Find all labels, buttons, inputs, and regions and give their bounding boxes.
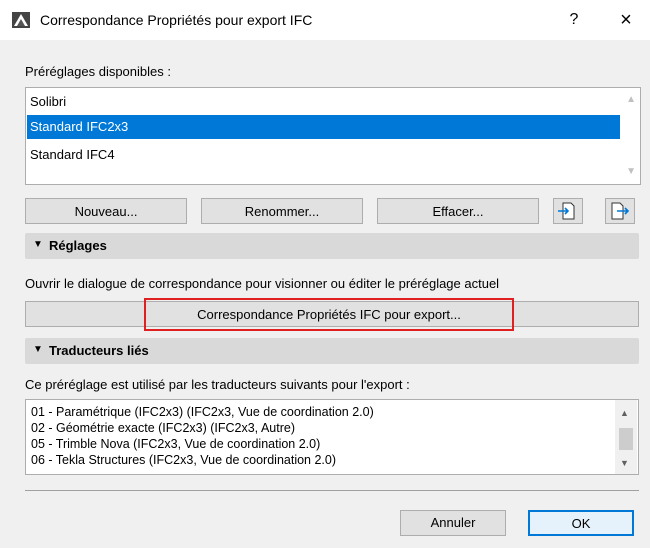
import-icon [558,202,575,220]
import-preset-button[interactable] [553,198,583,224]
translator-item: 06 - Tekla Structures (IFC2x3, Vue de co… [31,453,337,467]
title-bar: Correspondance Propriétés pour export IF… [0,0,650,40]
window-title: Correspondance Propriétés pour export IF… [40,12,313,28]
preset-item-solibri[interactable]: Solibri [27,90,620,114]
preset-item-standard-ifc2x3[interactable]: Standard IFC2x3 [27,115,620,139]
translators-list[interactable]: 01 - Paramétrique (IFC2x3) (IFC2x3, Vue … [25,399,639,475]
vertical-scrollbar[interactable]: ▲ ▼ [615,400,637,474]
archicad-app-icon [12,12,30,28]
export-icon [611,202,630,220]
settings-section-header[interactable]: ▼ Réglages [25,233,639,259]
translator-item: 01 - Paramétrique (IFC2x3) (IFC2x3, Vue … [31,405,374,419]
translators-description: Ce préréglage est utilisé par les traduc… [25,377,410,392]
translators-section-header[interactable]: ▼ Traducteurs liés [25,338,639,364]
scroll-up-icon[interactable]: ▲ [620,408,629,418]
settings-section-title: Réglages [49,238,107,253]
help-button[interactable]: ? [560,6,588,34]
delete-preset-button[interactable]: Effacer... [377,198,539,224]
rename-preset-button[interactable]: Renommer... [201,198,363,224]
translator-item: 05 - Trimble Nova (IFC2x3, Vue de coordi… [31,437,321,451]
cancel-button[interactable]: Annuler [400,510,506,536]
presets-list[interactable]: Solibri Standard IFC2x3 Standard IFC4 ▲ … [25,87,641,185]
preset-item-standard-ifc4[interactable]: Standard IFC4 [27,143,620,167]
scroll-down-icon[interactable]: ▼ [620,458,629,468]
translators-section-title: Traducteurs liés [49,343,149,358]
export-preset-button[interactable] [605,198,635,224]
property-mapping-button[interactable]: Correspondance Propriétés IFC pour expor… [144,298,514,331]
scroll-down-icon[interactable]: ▼ [626,166,636,177]
new-preset-button[interactable]: Nouveau... [25,198,187,224]
scroll-thumb[interactable] [619,428,633,450]
close-button[interactable]: × [612,6,640,34]
collapse-arrow-icon: ▼ [33,344,43,355]
scroll-up-icon[interactable]: ▲ [626,94,636,105]
collapse-arrow-icon: ▼ [33,239,43,250]
settings-description: Ouvrir le dialogue de correspondance pou… [25,276,500,291]
footer-divider [25,490,639,491]
presets-label: Préréglages disponibles : [25,64,171,79]
ok-button[interactable]: OK [528,510,634,536]
translator-item: 02 - Géométrie exacte (IFC2x3) (IFC2x3, … [31,421,295,435]
